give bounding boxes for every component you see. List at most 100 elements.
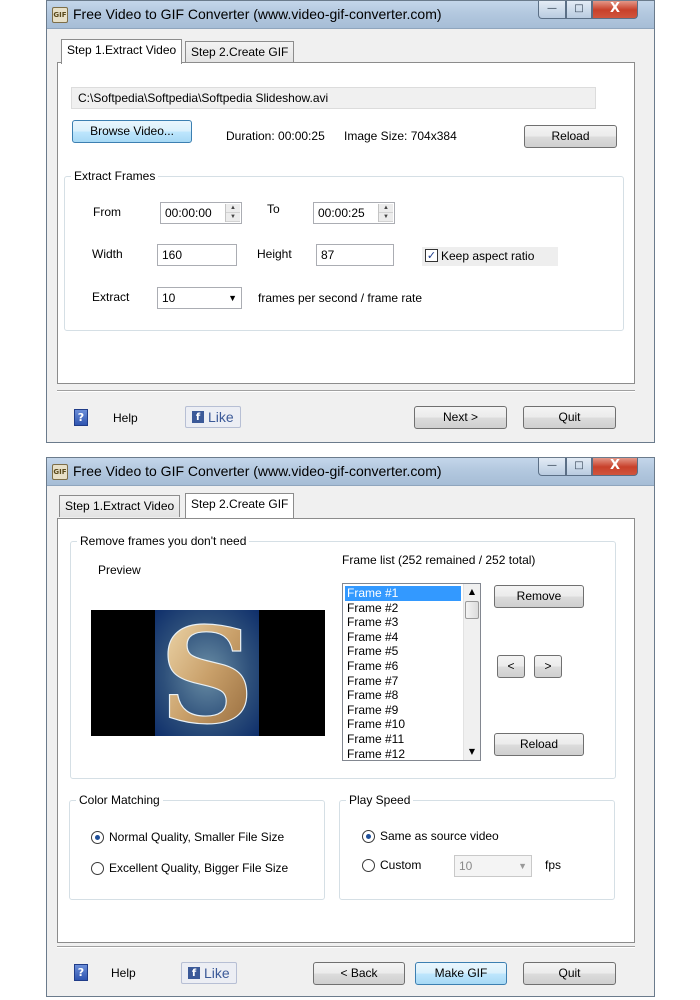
footer-separator: [57, 390, 635, 392]
tab-step2-create-gif[interactable]: Step 2.Create GIF: [185, 41, 295, 63]
next-button[interactable]: Next >: [414, 406, 507, 429]
extract-label: Extract: [92, 290, 130, 304]
file-path-field: C:\Softpedia\Softpedia\Softpedia Slidesh…: [71, 87, 596, 109]
normal-quality-radio[interactable]: [91, 831, 104, 844]
tab-panel-step1: C:\Softpedia\Softpedia\Softpedia Slidesh…: [57, 62, 635, 384]
window-title: Free Video to GIF Converter (www.video-g…: [73, 463, 442, 479]
frame-list-item[interactable]: Frame #10: [345, 717, 461, 732]
keep-aspect-label: Keep aspect ratio: [441, 249, 535, 263]
next-frame-button[interactable]: >: [534, 655, 562, 678]
normal-quality-label[interactable]: Normal Quality, Smaller File Size: [109, 830, 284, 844]
browse-video-button[interactable]: Browse Video...: [72, 120, 192, 143]
frame-list-item[interactable]: Frame #4: [345, 630, 461, 645]
make-gif-button[interactable]: Make GIF: [415, 962, 507, 985]
frame-rate-value: 10: [162, 291, 176, 305]
custom-fps-select[interactable]: 10 ▼: [454, 855, 532, 877]
frame-list-item[interactable]: Frame #11: [345, 732, 461, 747]
facebook-like-button[interactable]: f Like: [185, 406, 241, 428]
app-gif-icon: GIF: [52, 7, 68, 23]
facebook-icon: f: [188, 967, 200, 979]
custom-fps-value: 10: [459, 859, 473, 873]
frame-list-item[interactable]: Frame #6: [345, 659, 461, 674]
extract-frames-title: Extract Frames: [71, 169, 159, 183]
remove-frames-title: Remove frames you don't need: [77, 534, 250, 548]
to-label: To: [267, 202, 280, 216]
like-label: Like: [208, 409, 234, 425]
from-label: From: [93, 205, 121, 219]
chevron-down-icon: ▼: [228, 293, 237, 303]
frame-list-item[interactable]: Frame #9: [345, 703, 461, 718]
help-icon[interactable]: ?: [74, 964, 88, 981]
scroll-up-icon[interactable]: ▲: [464, 584, 480, 600]
quit-button[interactable]: Quit: [523, 406, 616, 429]
to-time-input[interactable]: 00:00:25 ▲ ▼: [313, 202, 395, 224]
play-speed-title: Play Speed: [346, 793, 414, 807]
same-as-source-radio[interactable]: [362, 830, 375, 843]
extract-frames-group: Extract Frames From 00:00:00 ▲ ▼ To 00:00…: [64, 169, 624, 331]
minimize-button[interactable]: —: [538, 1, 566, 19]
tab-step1-extract-video[interactable]: Step 1.Extract Video: [61, 39, 183, 64]
facebook-like-button[interactable]: f Like: [181, 962, 237, 984]
title-bar[interactable]: GIF Free Video to GIF Converter (www.vid…: [47, 1, 654, 29]
help-icon[interactable]: ?: [74, 409, 88, 426]
custom-speed-label[interactable]: Custom: [380, 858, 421, 872]
tab-step2-create-gif[interactable]: Step 2.Create GIF: [185, 493, 295, 518]
color-matching-group: Color Matching Normal Quality, Smaller F…: [69, 793, 325, 900]
excellent-quality-radio[interactable]: [91, 862, 104, 875]
title-bar[interactable]: GIF Free Video to GIF Converter (www.vid…: [47, 458, 654, 486]
frame-rate-select[interactable]: 10 ▼: [157, 287, 242, 309]
play-speed-group: Play Speed Same as source video Custom 1…: [339, 793, 615, 900]
scroll-thumb[interactable]: [465, 601, 479, 619]
back-button[interactable]: < Back: [313, 962, 405, 985]
frame-list-item[interactable]: Frame #8: [345, 688, 461, 703]
window-title: Free Video to GIF Converter (www.video-g…: [73, 6, 442, 22]
prev-frame-button[interactable]: <: [497, 655, 525, 678]
height-label: Height: [257, 247, 292, 261]
width-input[interactable]: 160: [157, 244, 237, 266]
app-gif-icon: GIF: [52, 464, 68, 480]
excellent-quality-label[interactable]: Excellent Quality, Bigger File Size: [109, 861, 288, 875]
tab-step1-extract-video[interactable]: Step 1.Extract Video: [59, 495, 181, 517]
keep-aspect-row[interactable]: ✓ Keep aspect ratio: [422, 247, 558, 266]
fps-unit-label: fps: [545, 858, 562, 872]
from-time-spinner[interactable]: ▲ ▼: [225, 204, 240, 222]
keep-aspect-checkbox[interactable]: ✓: [425, 249, 438, 262]
frame-list-item[interactable]: Frame #2: [345, 601, 461, 616]
footer-separator: [57, 946, 635, 948]
window-step1: GIF Free Video to GIF Converter (www.vid…: [46, 0, 655, 443]
chevron-down-icon: ▼: [518, 861, 527, 871]
help-label[interactable]: Help: [113, 411, 138, 425]
reload-frames-button[interactable]: Reload: [494, 733, 584, 756]
frame-preview-image: S: [91, 610, 325, 736]
frame-list-item[interactable]: Frame #5: [345, 644, 461, 659]
preview-s-letter: S: [159, 610, 254, 736]
minimize-button[interactable]: —: [538, 458, 566, 476]
custom-speed-radio[interactable]: [362, 859, 375, 872]
to-time-spinner[interactable]: ▲ ▼: [378, 204, 393, 222]
close-button[interactable]: X: [592, 458, 638, 476]
to-time-value: 00:00:25: [318, 206, 365, 220]
frame-list-item[interactable]: Frame #12: [345, 747, 461, 760]
frame-list-item[interactable]: Frame #1: [345, 586, 461, 601]
help-label[interactable]: Help: [111, 966, 136, 980]
from-time-input[interactable]: 00:00:00 ▲ ▼: [160, 202, 242, 224]
frame-list-item[interactable]: Frame #7: [345, 674, 461, 689]
maximize-button[interactable]: □: [566, 458, 592, 476]
quit-button[interactable]: Quit: [523, 962, 616, 985]
maximize-button[interactable]: □: [566, 1, 592, 19]
frame-list-item[interactable]: Frame #3: [345, 615, 461, 630]
height-input[interactable]: 87: [316, 244, 394, 266]
from-time-value: 00:00:00: [165, 206, 212, 220]
same-as-source-label[interactable]: Same as source video: [380, 829, 499, 843]
reload-button[interactable]: Reload: [524, 125, 617, 148]
remove-frame-button[interactable]: Remove: [494, 585, 584, 608]
close-button[interactable]: X: [592, 1, 638, 19]
width-label: Width: [92, 247, 123, 261]
facebook-icon: f: [192, 411, 204, 423]
window-step2: GIF Free Video to GIF Converter (www.vid…: [46, 457, 655, 997]
scroll-down-icon[interactable]: ▼: [464, 744, 480, 760]
frame-list[interactable]: Frame #1 Frame #2 Frame #3 Frame #4 Frame #5…: [342, 583, 481, 761]
frame-list-label: Frame list (252 remained / 252 total): [342, 553, 536, 567]
like-label: Like: [204, 965, 230, 981]
frame-list-scrollbar[interactable]: ▲ ▼: [463, 584, 480, 760]
